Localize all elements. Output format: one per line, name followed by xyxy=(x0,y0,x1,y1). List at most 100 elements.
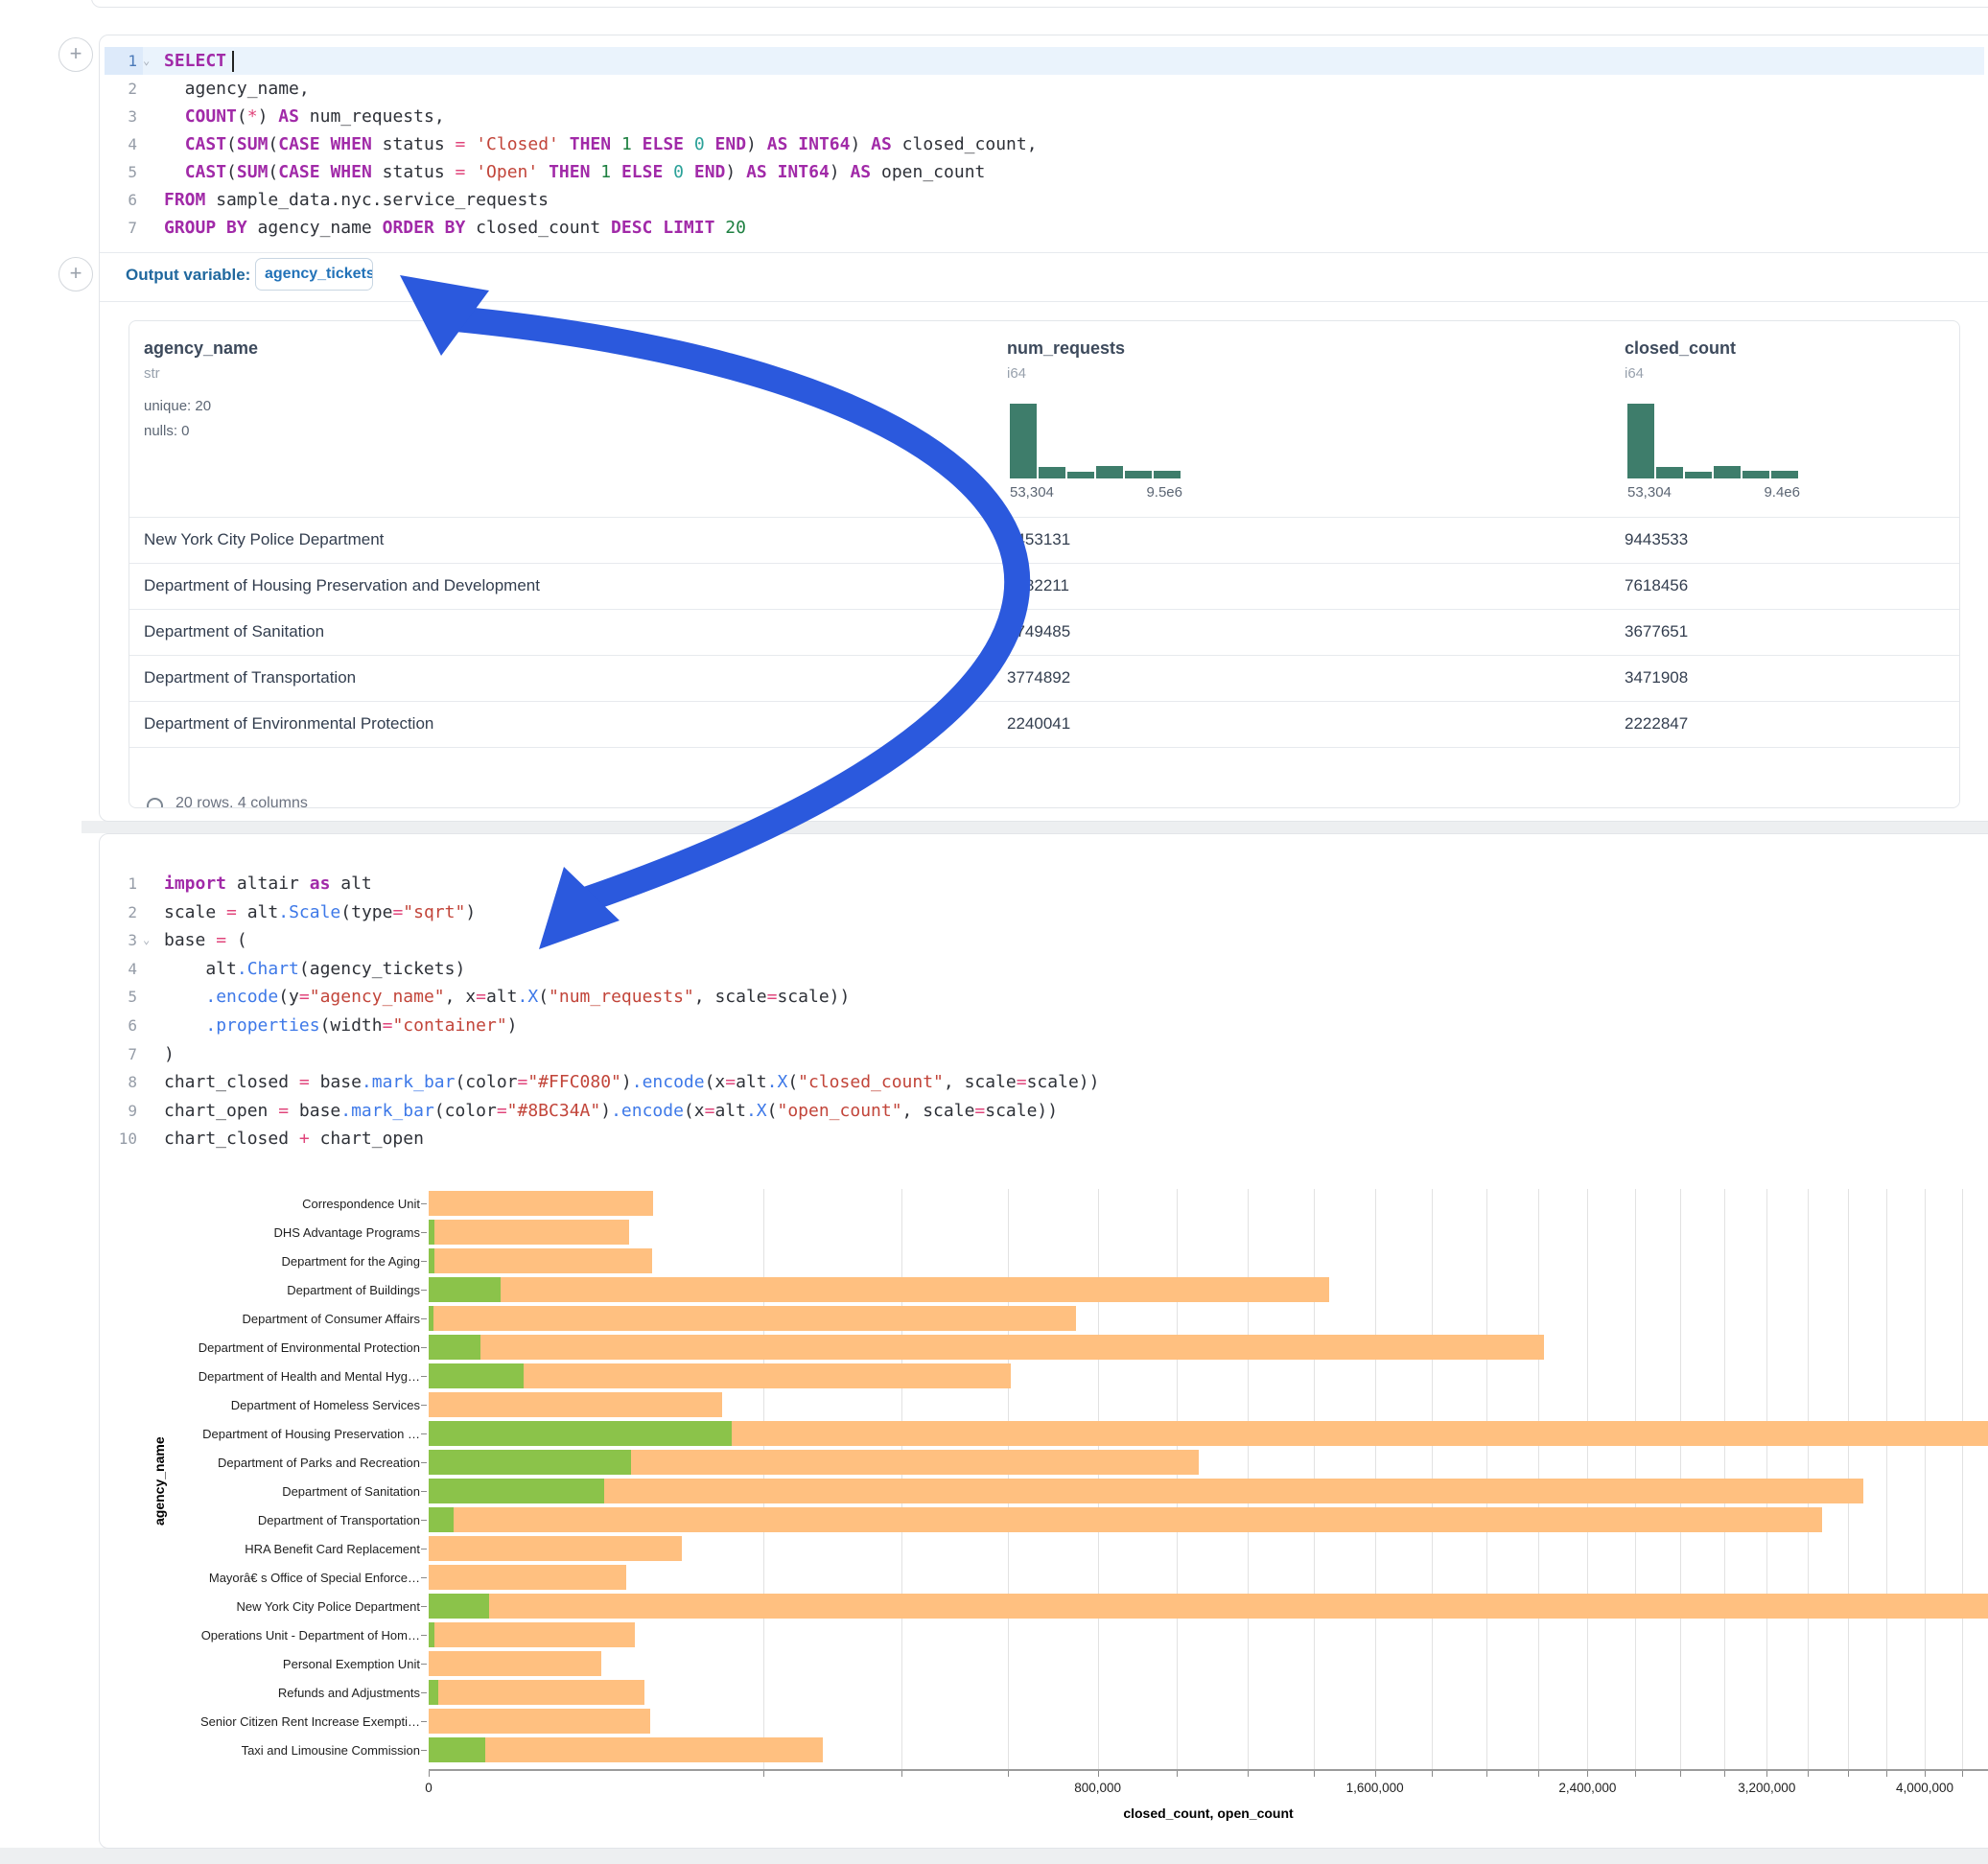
code-text: agency_name, xyxy=(156,75,310,103)
search-icon[interactable] xyxy=(147,798,163,808)
line-number: 9 xyxy=(105,1097,143,1125)
sql-code-editor[interactable]: 1⌄SELECT2 agency_name,3 COUNT(*) AS num_… xyxy=(105,47,1988,248)
code-line[interactable]: 5 CAST(SUM(CASE WHEN status = 'Open' THE… xyxy=(105,158,1984,186)
line-number: 1 xyxy=(105,47,143,75)
code-line[interactable]: 5 .encode(y="agency_name", x=alt.X("num_… xyxy=(105,983,1984,1011)
line-number: 8 xyxy=(105,1068,143,1096)
code-text: .properties(width="container") xyxy=(156,1012,518,1039)
code-line[interactable]: 3 COUNT(*) AS num_requests, xyxy=(105,103,1984,130)
column-dtype: i64 xyxy=(1007,365,1026,382)
code-text: scale = alt.Scale(type="sqrt") xyxy=(156,898,476,926)
divider xyxy=(100,252,1988,253)
fold-chevron-icon[interactable]: ⌄ xyxy=(143,47,156,75)
histogram-bar xyxy=(1714,466,1741,478)
table-cell[interactable]: Department of Transportation xyxy=(144,668,356,687)
previous-cell-edge xyxy=(91,0,1988,8)
code-line[interactable]: 7) xyxy=(105,1040,1984,1068)
line-number: 10 xyxy=(105,1125,143,1153)
add-cell-button-top[interactable]: + xyxy=(58,37,93,72)
line-number: 4 xyxy=(105,955,143,983)
table-cell[interactable]: 9443533 xyxy=(1625,530,1688,549)
code-text: SELECT xyxy=(156,47,234,75)
text-caret xyxy=(232,51,234,72)
table-cell[interactable]: 2240041 xyxy=(1007,714,1070,734)
table-cell[interactable]: 7782211 xyxy=(1007,576,1069,595)
line-number: 1 xyxy=(105,870,143,897)
code-line[interactable]: 4 alt.Chart(agency_tickets) xyxy=(105,955,1984,983)
code-text: import altair as alt xyxy=(156,870,372,897)
code-text: chart_open = base.mark_bar(color="#8BC34… xyxy=(156,1097,1058,1125)
column-stat-unique: unique: 20 xyxy=(144,398,211,414)
divider xyxy=(100,301,1988,302)
code-text: chart_closed = base.mark_bar(color="#FFC… xyxy=(156,1068,1099,1096)
table-cell[interactable]: 3749485 xyxy=(1007,622,1070,641)
histogram-max: 9.5e6 xyxy=(1146,484,1182,501)
histogram-bar xyxy=(1010,404,1037,478)
table-cell[interactable]: 2222847 xyxy=(1625,714,1688,734)
code-line[interactable]: 4 CAST(SUM(CASE WHEN status = 'Closed' T… xyxy=(105,130,1984,158)
add-cell-button-output[interactable]: + xyxy=(58,257,93,291)
histogram-bar xyxy=(1656,467,1683,478)
column-header-closed-count[interactable]: closed_count xyxy=(1625,338,1736,359)
code-line[interactable]: 10 chart_closed + chart_open xyxy=(105,1125,1984,1153)
code-line[interactable]: 8 chart_closed = base.mark_bar(color="#FF… xyxy=(105,1068,1984,1096)
table-cell[interactable]: 7618456 xyxy=(1625,576,1688,595)
column-stat-nulls: nulls: 0 xyxy=(144,423,190,439)
histogram-bar xyxy=(1742,471,1769,478)
fold-chevron-icon[interactable]: ⌄ xyxy=(143,926,156,954)
table-cell[interactable]: Department of Environmental Protection xyxy=(144,714,433,734)
code-text: GROUP BY agency_name ORDER BY closed_cou… xyxy=(156,214,746,242)
histogram-bar xyxy=(1039,467,1065,478)
column-header-agency-name[interactable]: agency_name xyxy=(144,338,258,359)
plus-icon: + xyxy=(70,41,82,65)
code-line[interactable]: 9 chart_open = base.mark_bar(color="#8BC3… xyxy=(105,1097,1984,1125)
histogram-min: 53,304 xyxy=(1010,484,1054,501)
code-line[interactable]: 6 .properties(width="container") xyxy=(105,1012,1984,1039)
code-line[interactable]: 6 FROM sample_data.nyc.service_requests xyxy=(105,186,1984,214)
histogram-range: 53,304 9.4e6 xyxy=(1627,484,1800,501)
line-number: 2 xyxy=(105,898,143,926)
code-text: FROM sample_data.nyc.service_requests xyxy=(156,186,549,214)
column-dtype: i64 xyxy=(1625,365,1644,382)
table-cell[interactable]: Department of Sanitation xyxy=(144,622,324,641)
code-line[interactable]: 3⌄base = ( xyxy=(105,926,1984,954)
table-cell[interactable]: 3774892 xyxy=(1007,668,1070,687)
table-cell[interactable]: Department of Housing Preservation and D… xyxy=(144,576,540,595)
histogram-num-requests xyxy=(1010,404,1181,478)
result-table-card: agency_name str unique: 20 nulls: 0 num_… xyxy=(129,320,1960,808)
cell-gap xyxy=(82,821,1988,833)
code-text: base = ( xyxy=(156,926,247,954)
code-line[interactable]: 2 scale = alt.Scale(type="sqrt") xyxy=(105,898,1984,926)
table-cell[interactable]: 9453131 xyxy=(1007,530,1070,549)
histogram-bar xyxy=(1125,471,1152,478)
row-divider xyxy=(129,655,1959,656)
histogram-bar xyxy=(1096,466,1123,478)
output-variable-label: Output variable: xyxy=(126,266,250,285)
output-variable-pill[interactable]: agency_tickets xyxy=(255,258,373,291)
code-line[interactable]: 1 import altair as alt xyxy=(105,870,1984,897)
python-code-editor[interactable]: 1 import altair as alt 2 scale = alt.Scale(… xyxy=(105,870,1988,1157)
code-text: CAST(SUM(CASE WHEN status = 'Closed' THE… xyxy=(156,130,1038,158)
line-number: 6 xyxy=(105,186,143,214)
line-number: 5 xyxy=(105,983,143,1011)
code-text: .encode(y="agency_name", x=alt.X("num_re… xyxy=(156,983,850,1011)
notebook-page: { "colors": { "accent_blue": "#2272b8", … xyxy=(0,0,1988,1864)
code-line[interactable]: 2 agency_name, xyxy=(105,75,1984,103)
code-line[interactable]: 1⌄SELECT xyxy=(105,47,1984,75)
code-text: chart_closed + chart_open xyxy=(156,1125,424,1153)
table-cell[interactable]: New York City Police Department xyxy=(144,530,384,549)
histogram-range: 53,304 9.5e6 xyxy=(1010,484,1182,501)
code-text: alt.Chart(agency_tickets) xyxy=(156,955,465,983)
row-divider xyxy=(129,747,1959,748)
sql-cell-card: 1⌄SELECT2 agency_name,3 COUNT(*) AS num_… xyxy=(99,35,1988,822)
histogram-closed-count xyxy=(1627,404,1798,478)
code-line[interactable]: 7GROUP BY agency_name ORDER BY closed_co… xyxy=(105,214,1984,242)
page-bottom-gap xyxy=(0,1848,1988,1864)
table-cell[interactable]: 3677651 xyxy=(1625,622,1688,641)
histogram-bar xyxy=(1685,472,1712,478)
column-header-num-requests[interactable]: num_requests xyxy=(1007,338,1125,359)
line-number: 4 xyxy=(105,130,143,158)
table-cell[interactable]: 3471908 xyxy=(1625,668,1688,687)
row-divider xyxy=(129,563,1959,564)
code-text: ) xyxy=(156,1040,175,1068)
